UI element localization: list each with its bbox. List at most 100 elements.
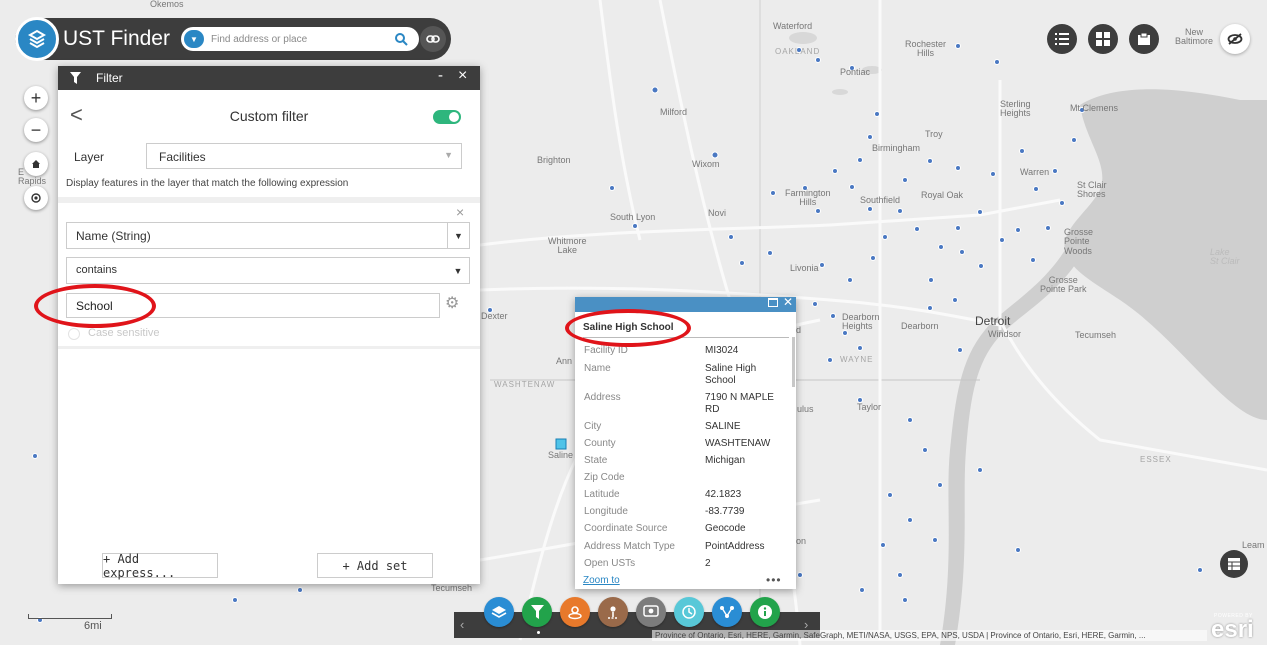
time-slider-icon	[682, 605, 696, 619]
nearby-button[interactable]	[560, 597, 590, 627]
map-label: Birmingham	[872, 143, 921, 153]
more-actions-button[interactable]: •••	[766, 573, 782, 587]
layers-button[interactable]	[484, 597, 514, 627]
map-label: OAKLAND	[775, 47, 821, 56]
app-header: UST Finder ▼	[15, 17, 451, 61]
minimize-button[interactable]: -	[438, 67, 443, 84]
map-label: Tecumseh	[431, 583, 473, 593]
map-label: Warren	[1020, 167, 1050, 177]
case-sensitive-label: Case sensitive	[88, 327, 160, 339]
search-input[interactable]	[211, 30, 371, 48]
map-label: Dexter	[481, 311, 508, 321]
popup-scrollbar[interactable]	[792, 337, 795, 387]
remove-expression-button[interactable]: ×	[456, 204, 464, 220]
field-label: Coordinate Source	[584, 523, 668, 534]
map-label: Tecumseh	[1075, 330, 1117, 340]
custom-filter-heading: Custom filter	[229, 108, 309, 124]
map-label: WAYNE	[840, 355, 874, 364]
map-label: St Clair Shores	[1077, 180, 1107, 200]
zoom-out-button[interactable]: −	[24, 118, 48, 142]
map-label: ulus	[797, 404, 814, 414]
field-label: Address Match Type	[584, 541, 675, 552]
about-button[interactable]	[750, 597, 780, 627]
scale-label: 6mi	[84, 620, 102, 632]
attribute-table-button[interactable]	[1220, 550, 1248, 578]
map-label: Rochester Hills	[905, 39, 947, 59]
layer-label: Layer	[74, 150, 105, 164]
maximize-icon[interactable]	[768, 298, 778, 307]
filter-button[interactable]	[522, 597, 552, 627]
home-button[interactable]	[24, 152, 48, 176]
map-label: Mt Clemens	[1070, 103, 1119, 113]
map-label: Dearborn Heights	[842, 312, 880, 332]
filter-icon	[530, 605, 544, 619]
print-button[interactable]	[1129, 24, 1159, 54]
chevron-down-icon: ▼	[447, 223, 469, 248]
selected-feature-marker	[555, 438, 567, 450]
hide-widgets-button[interactable]	[1220, 24, 1250, 54]
map-label: d	[796, 325, 802, 335]
toolbar-prev-button[interactable]: ‹	[460, 617, 464, 632]
search-source-dropdown[interactable]: ▼	[184, 30, 204, 48]
case-sensitive-checkbox[interactable]	[68, 328, 80, 340]
table-icon	[1228, 558, 1240, 570]
incident-analysis-button[interactable]	[598, 597, 628, 627]
map-label: on	[796, 536, 807, 546]
map-label: Windsor	[988, 329, 1022, 339]
annotation-circle	[565, 309, 691, 347]
search-button[interactable]	[386, 29, 416, 49]
field-label: Name	[584, 363, 611, 374]
map-label: Leam	[1242, 540, 1265, 550]
map-attribution: Province of Ontario, Esri, HERE, Garmin,…	[652, 630, 1207, 641]
field-select-value: Name (String)	[76, 229, 151, 243]
field-value: MI3024	[705, 345, 739, 356]
map-label: Pontiac	[840, 67, 871, 77]
field-value: PointAddress	[705, 541, 765, 552]
add-expression-button[interactable]: + Add express...	[102, 552, 218, 580]
layers-icon	[491, 606, 507, 618]
scale-bar	[28, 614, 112, 619]
time-slider-button[interactable]	[674, 597, 704, 627]
map-label: South Lyon	[610, 212, 656, 222]
esri-wordmark: esri	[1211, 616, 1254, 643]
query-button[interactable]	[636, 597, 666, 627]
filter-titlebar: Filter - ×	[58, 66, 480, 90]
map-label: Grosse Pointe Woods	[1064, 227, 1094, 256]
map-label: Brighton	[537, 155, 571, 165]
field-label: County	[584, 438, 616, 449]
locate-button[interactable]	[24, 186, 48, 210]
share-button[interactable]	[712, 597, 742, 627]
map-label: Grosse Pointe Park	[1040, 275, 1087, 295]
map-label: Waterford	[773, 21, 813, 31]
field-select[interactable]: Name (String) ▼	[66, 222, 470, 249]
map-label: ESSEX	[1140, 455, 1172, 464]
close-button[interactable]: ×	[458, 67, 467, 85]
search-box: ▼	[181, 27, 419, 51]
basemap-gallery-button[interactable]	[1088, 24, 1118, 54]
ust-finder-logo-icon	[15, 17, 59, 61]
operator-select-value: contains	[76, 264, 117, 276]
link-button[interactable]	[420, 26, 446, 52]
layer-select[interactable]: Facilities ▼	[146, 143, 462, 169]
map-label: Milford	[660, 107, 688, 117]
locate-icon	[31, 193, 41, 203]
filter-panel-title: Filter	[96, 71, 123, 85]
field-label: Longitude	[584, 506, 628, 517]
home-icon	[32, 160, 40, 168]
map-label: New Baltimore	[1175, 27, 1214, 47]
map-label: Livonia	[790, 263, 819, 273]
close-icon[interactable]: ✕	[783, 295, 793, 309]
zoom-to-link[interactable]: Zoom to	[583, 575, 620, 586]
field-value: Michigan	[705, 455, 746, 466]
gear-icon[interactable]: ⚙	[445, 293, 459, 313]
print-icon	[1138, 32, 1150, 45]
map-label: Royal Oak	[921, 190, 964, 200]
add-set-button[interactable]: + Add set	[317, 553, 433, 578]
layer-list-button[interactable]	[1047, 24, 1077, 54]
operator-select[interactable]: contains ▼	[66, 257, 470, 284]
zoom-in-button[interactable]: +	[24, 86, 48, 110]
map-label: Detroit	[975, 314, 1011, 328]
filter-enable-toggle[interactable]	[433, 110, 461, 124]
search-icon	[395, 33, 408, 46]
field-value: -83.7739	[705, 506, 745, 517]
